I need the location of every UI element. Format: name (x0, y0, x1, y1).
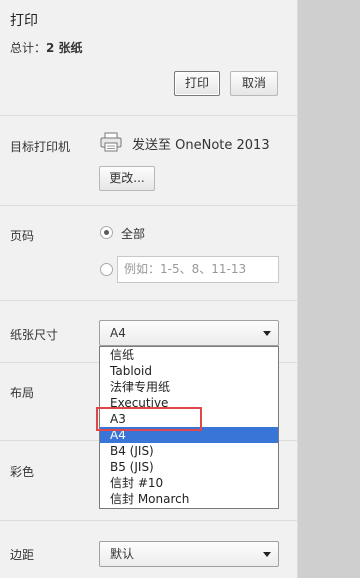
total-value: 2 张纸 (46, 41, 83, 55)
paper-option[interactable]: 信封 #10 (100, 475, 278, 491)
total-sheets: 总计：2 张纸 (10, 39, 83, 56)
paper-option[interactable]: B4 (JIS) (100, 443, 278, 459)
printer-row: 发送至 OneNote 2013 (100, 132, 270, 154)
print-header: 打印 总计：2 张纸 打印 取消 (0, 0, 298, 116)
pages-section: 页码 (0, 206, 298, 301)
print-settings-panel: 打印 总计：2 张纸 打印 取消 目标打印机 发送至 OneNote 2013 … (0, 0, 298, 578)
paper-option[interactable]: 信纸 (100, 347, 278, 363)
paper-option[interactable]: 信封 Monarch (100, 491, 278, 507)
margins-label: 边距 (10, 548, 35, 562)
layout-label: 布局 (10, 386, 35, 400)
paper-option[interactable]: 法律专用纸 (100, 379, 278, 395)
page-title: 打印 (10, 13, 38, 29)
change-printer-button[interactable]: 更改... (99, 166, 155, 191)
pages-all-label: 全部 (121, 227, 146, 241)
paper-size-label: 纸张尺寸 (10, 328, 59, 342)
pages-custom-input[interactable]: 例如：1-5、8、11-13 (117, 256, 279, 283)
annotation-highlight-box (96, 407, 202, 431)
pages-label: 页码 (10, 229, 35, 243)
printer-icon (100, 132, 122, 155)
margins-selected: 默认 (110, 547, 135, 561)
chevron-down-icon (263, 552, 271, 557)
print-preview-area (298, 0, 360, 578)
paper-size-selected: A4 (110, 326, 126, 340)
destination-section: 目标打印机 (0, 116, 298, 206)
paper-option[interactable]: B5 (JIS) (100, 459, 278, 475)
color-label: 彩色 (10, 465, 35, 479)
paper-size-select[interactable]: A4 (99, 320, 279, 346)
pages-custom-radio[interactable] (100, 263, 113, 276)
printer-name: 发送至 OneNote 2013 (132, 137, 270, 153)
total-prefix: 总计： (10, 41, 47, 55)
chevron-down-icon (263, 331, 271, 336)
paper-option[interactable]: Tabloid (100, 363, 278, 379)
cancel-button[interactable]: 取消 (230, 71, 278, 96)
margins-select[interactable]: 默认 (99, 541, 279, 567)
pages-all-radio[interactable] (100, 226, 113, 239)
destination-label: 目标打印机 (10, 140, 71, 154)
print-button[interactable]: 打印 (174, 71, 220, 96)
